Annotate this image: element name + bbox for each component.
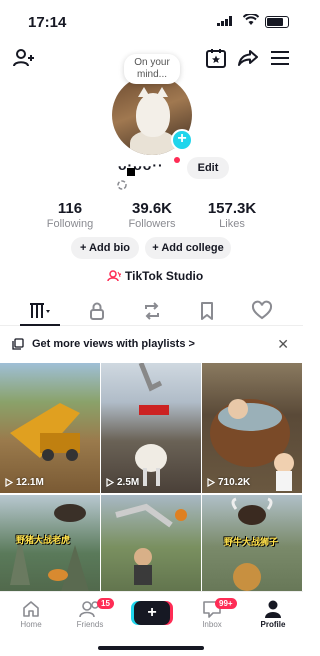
stat-likes[interactable]: 157.3K Likes	[198, 200, 266, 230]
stat-label: Likes	[219, 218, 245, 230]
home-icon	[23, 601, 39, 617]
profile-tabs	[0, 296, 303, 326]
stat-value: 116	[57, 200, 83, 217]
video-grid: 12.1M 2.5M 710.2K 野猪大战老虎 野牛大战狮子	[0, 363, 303, 591]
video-views: 710.2K	[207, 477, 250, 488]
menu-icon[interactable]	[268, 46, 292, 70]
friends-badge: 15	[97, 598, 114, 609]
video-thumbnail[interactable]: 野牛大战狮子	[202, 495, 302, 591]
profile-icon	[265, 600, 281, 618]
stat-followers[interactable]: 39.6K Followers	[118, 200, 186, 230]
signal-icon	[217, 16, 232, 26]
add-friend-icon[interactable]	[12, 46, 36, 70]
battery-icon	[265, 16, 289, 28]
tab-videos-grid-icon[interactable]	[28, 300, 54, 322]
inbox-badge: 99+	[215, 598, 237, 609]
play-icon	[5, 478, 13, 487]
video-thumbnail[interactable]: 2.5M	[101, 363, 201, 493]
video-views: 2.5M	[106, 477, 139, 488]
bottom-nav: Home Friends 15 + Inbox 99+ Profile	[0, 591, 303, 656]
tab-liked-heart-icon[interactable]	[251, 300, 273, 322]
status-time: 17:14	[28, 14, 67, 31]
nav-inbox-label: Inbox	[202, 620, 222, 629]
nav-friends-label: Friends	[76, 620, 104, 629]
studio-label: TikTok Studio	[125, 269, 204, 283]
video-thumbnail[interactable]: 710.2K	[202, 363, 302, 493]
nav-friends[interactable]: Friends 15	[65, 598, 115, 629]
video-thumbnail[interactable]: 12.1M	[0, 363, 100, 493]
username: ᴗ·ᴗᴗ··	[118, 157, 164, 173]
verified-partial-icon	[117, 180, 127, 190]
add-college-button[interactable]: + Add college	[145, 237, 231, 259]
robot-arm-scene	[115, 503, 187, 585]
bath-tub-scene	[210, 399, 294, 491]
stat-label: Following	[46, 218, 94, 230]
play-icon	[106, 478, 114, 487]
tab-repost-icon[interactable]	[141, 300, 163, 322]
create-button[interactable]: +	[134, 601, 170, 625]
video-thumbnail[interactable]	[101, 495, 201, 591]
calendar-star-icon[interactable]	[204, 46, 228, 70]
sheep-crowd-scene	[135, 363, 169, 486]
play-icon	[207, 478, 215, 487]
note-bubble[interactable]: On your mind...	[124, 54, 180, 84]
home-indicator	[98, 646, 204, 650]
redaction-marker	[127, 168, 135, 176]
edit-profile-button[interactable]: Edit	[187, 157, 229, 179]
video-thumbnail[interactable]: 野猪大战老虎	[0, 495, 100, 591]
active-tab-indicator	[20, 324, 60, 326]
nav-profile-label: Profile	[260, 620, 286, 629]
status-bar: 17:14	[0, 0, 303, 40]
share-icon[interactable]	[236, 46, 260, 70]
nav-inbox[interactable]: Inbox 99+	[187, 598, 237, 629]
tab-private-lock-icon[interactable]	[86, 300, 108, 322]
stat-following[interactable]: 116 Following	[38, 200, 102, 230]
playlist-icon	[12, 338, 24, 350]
add-avatar-button[interactable]: +	[171, 129, 193, 151]
video-caption: 野猪大战老虎	[16, 535, 71, 545]
notification-dot	[174, 157, 180, 163]
tiktok-studio-link[interactable]: TikTok Studio	[107, 269, 203, 283]
video-views: 12.1M	[5, 477, 44, 488]
tab-bookmark-icon[interactable]	[196, 300, 218, 322]
studio-icon	[107, 270, 121, 282]
stat-value: 157.3K	[207, 200, 257, 217]
nav-home-label: Home	[20, 620, 42, 629]
wifi-icon	[243, 14, 259, 25]
nav-home[interactable]: Home	[6, 598, 56, 629]
add-bio-button[interactable]: + Add bio	[71, 237, 139, 259]
playlist-banner[interactable]: Get more views with playlists > ✕	[0, 333, 303, 357]
playlist-banner-text: Get more views with playlists >	[32, 338, 195, 350]
stat-value: 39.6K	[131, 200, 173, 217]
stat-label: Followers	[128, 218, 176, 230]
nav-profile[interactable]: Profile	[248, 598, 298, 629]
close-icon[interactable]: ✕	[277, 336, 289, 353]
excavator-scene	[10, 403, 80, 461]
video-caption: 野牛大战狮子	[224, 537, 279, 547]
